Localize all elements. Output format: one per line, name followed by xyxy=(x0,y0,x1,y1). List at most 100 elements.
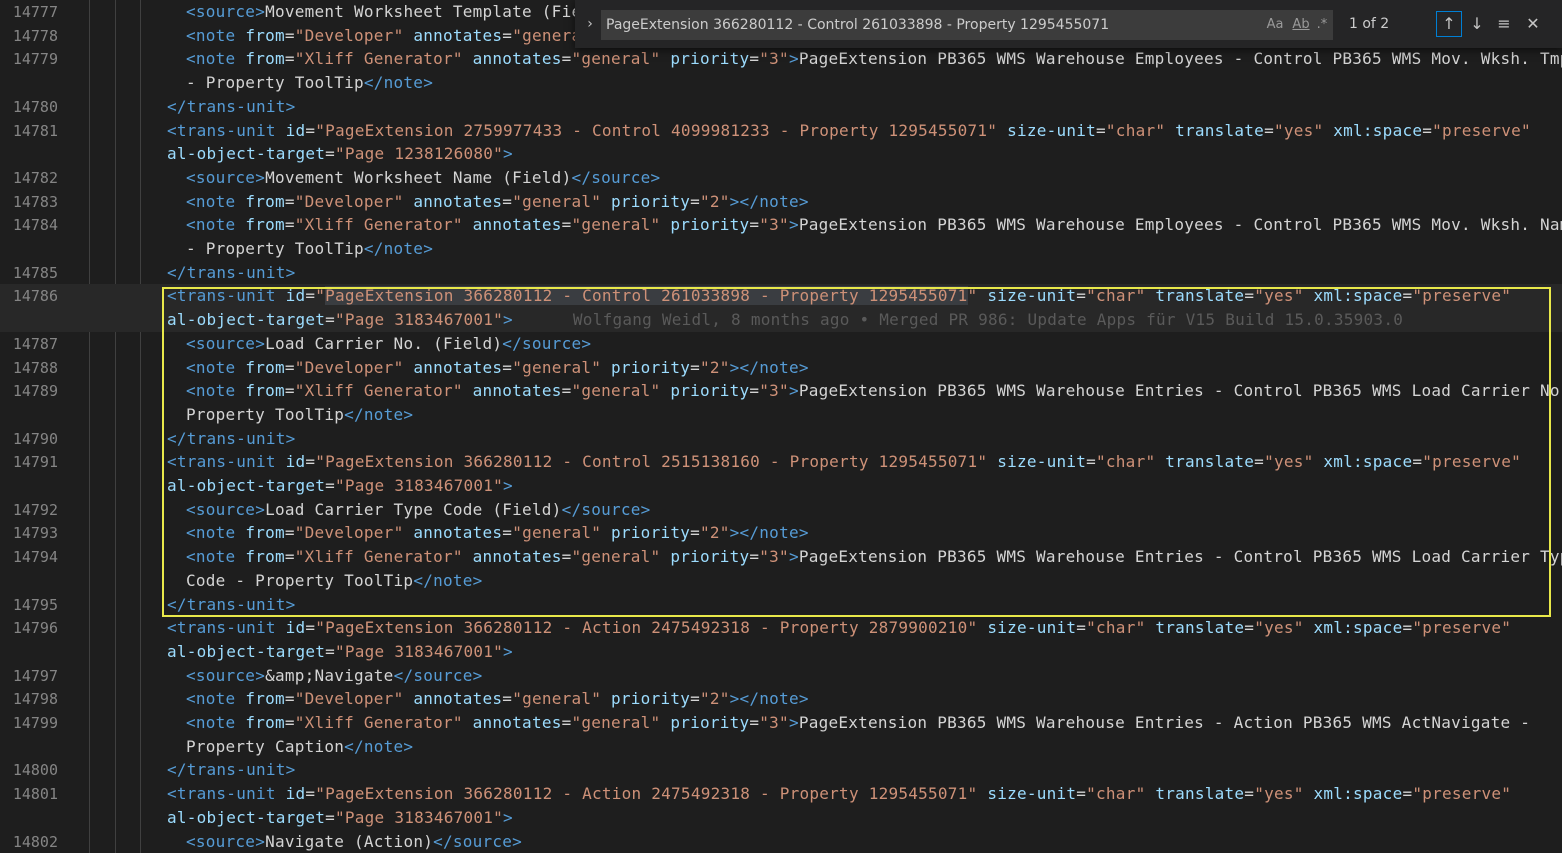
xml-text: &amp;Navigate xyxy=(265,665,394,685)
xml-tag: note xyxy=(759,357,799,377)
code-line[interactable]: 14782 <source>Movement Worksheet Name (Fi… xyxy=(0,166,1562,190)
xml-text xyxy=(977,618,987,637)
code-line[interactable]: 14797 <source>&amp;Navigate</source> xyxy=(0,664,1562,688)
xml-string: "general" xyxy=(512,689,602,709)
xml-tag: < xyxy=(186,333,196,353)
code-text: <source>Movement Worksheet Template (Fie xyxy=(186,0,581,24)
code-line[interactable]: 14792 <source>Load Carrier Type Code (Fie… xyxy=(0,498,1562,522)
code-line[interactable]: 14780 </trans-unit> xyxy=(0,95,1562,119)
code-line[interactable]: 14798 <note from="Developer" annotates="g… xyxy=(0,687,1562,711)
whole-word-toggle[interactable]: Ab xyxy=(1290,15,1312,35)
code-line[interactable]: al-object-target="Page 3183467001"> Wolfg… xyxy=(0,308,1562,333)
code-line[interactable]: 14790 </trans-unit> xyxy=(0,427,1562,451)
xml-tag: > xyxy=(788,49,799,69)
xml-text: - Property ToolTip xyxy=(186,239,364,258)
xml-tag: note xyxy=(433,570,473,590)
xml-tag: < xyxy=(167,120,177,140)
xml-attribute: al-object-target xyxy=(167,476,326,495)
xml-text: PageExtension PB365 WMS Warehouse Employ… xyxy=(798,49,1562,69)
code-line[interactable]: 14789 <note from="Xliff Generator" annota… xyxy=(0,379,1562,403)
xml-text xyxy=(403,523,413,542)
xml-attribute: size-unit xyxy=(997,452,1087,472)
xml-text: = xyxy=(305,618,316,638)
code-line[interactable]: 14787 <source>Load Carrier No. (Field)</s… xyxy=(0,332,1562,356)
xml-text xyxy=(463,381,473,400)
close-find-icon[interactable]: ✕ xyxy=(1521,12,1545,36)
code-line[interactable]: al-object-target="Page 3183467001"> xyxy=(0,474,1562,498)
code-line[interactable]: 14794 <note from="Xliff Generator" annota… xyxy=(0,545,1562,569)
xml-text: = xyxy=(502,357,513,377)
xml-text: = xyxy=(749,547,760,567)
code-line[interactable]: 14786 <trans-unit id="PageExtension 36628… xyxy=(0,284,1562,309)
code-line[interactable]: - Property ToolTip</note> xyxy=(0,71,1562,95)
code-line[interactable]: Property ToolTip</note> xyxy=(0,403,1562,427)
toggle-replace-chevron-icon[interactable]: › xyxy=(581,12,599,36)
next-match-arrow-down-icon[interactable]: ↓ xyxy=(1465,12,1489,36)
xml-attribute: priority xyxy=(611,689,691,709)
xml-tag: > xyxy=(503,641,513,661)
regex-toggle[interactable]: .* xyxy=(1313,15,1331,35)
code-line[interactable]: 14785 </trans-unit> xyxy=(0,261,1562,285)
xml-text xyxy=(463,713,473,732)
code-text: <note from="Xliff Generator" annotates="… xyxy=(186,47,1562,71)
xml-text xyxy=(403,358,413,377)
xml-text xyxy=(977,784,987,803)
code-line[interactable]: 14800 </trans-unit> xyxy=(0,758,1562,782)
xml-text xyxy=(1304,618,1314,637)
xml-tag: > xyxy=(423,73,434,93)
xml-string: "Page 3183467001" xyxy=(335,641,504,661)
xml-text: = xyxy=(325,641,336,661)
code-line[interactable]: al-object-target="Page 1238126080"> xyxy=(0,142,1562,166)
xml-attribute: from xyxy=(245,357,285,377)
xml-tag: </ xyxy=(413,570,434,590)
xml-string: "preserve" xyxy=(1422,452,1522,472)
xml-text: = xyxy=(749,713,760,732)
code-line[interactable]: 14793 <note from="Developer" annotates="g… xyxy=(0,521,1562,545)
xml-string: "Page 1238126080" xyxy=(335,144,504,164)
code-line[interactable]: 14784 <note from="Xliff Generator" annota… xyxy=(0,213,1562,237)
code-line[interactable]: 14802 <source>Navigate (Action)</source> xyxy=(0,830,1562,853)
xml-attribute: priority xyxy=(611,357,691,377)
xml-attribute: priority xyxy=(611,191,691,211)
xml-text: = xyxy=(1076,286,1087,306)
xml-text: = xyxy=(325,807,336,827)
code-line[interactable]: Property Caption</note> xyxy=(0,735,1562,759)
xml-tag: < xyxy=(186,547,196,567)
xml-text: = xyxy=(284,215,295,235)
xml-text: = xyxy=(305,452,316,472)
find-input[interactable] xyxy=(606,11,1246,39)
code-line[interactable]: 14795 </trans-unit> xyxy=(0,593,1562,617)
code-line[interactable]: 14796 <trans-unit id="PageExtension 36628… xyxy=(0,616,1562,640)
xml-string: "char" xyxy=(1086,286,1146,306)
xml-tag: > xyxy=(285,96,296,116)
code-line[interactable]: 14801 <trans-unit id="PageExtension 36628… xyxy=(0,782,1562,806)
code-line[interactable]: al-object-target="Page 3183467001"> xyxy=(0,640,1562,664)
code-line[interactable]: Code - Property ToolTip</note> xyxy=(0,569,1562,593)
xml-tag: note xyxy=(195,215,236,235)
xml-tag: </ xyxy=(167,262,187,282)
code-line[interactable]: 14791 <trans-unit id="PageExtension 36628… xyxy=(0,450,1562,474)
xml-tag: < xyxy=(186,499,196,519)
xml-tag: source xyxy=(195,333,256,353)
code-line[interactable]: al-object-target="Page 3183467001"> xyxy=(0,806,1562,830)
code-line[interactable]: 14799 <note from="Xliff Generator" annota… xyxy=(0,711,1562,735)
code-line[interactable]: 14783 <note from="Developer" annotates="g… xyxy=(0,190,1562,214)
line-number: 14781 xyxy=(12,121,58,140)
find-in-selection-icon[interactable]: ≡ xyxy=(1492,12,1516,36)
code-line[interactable]: 14788 <note from="Developer" annotates="g… xyxy=(0,356,1562,380)
xml-text: = xyxy=(325,310,336,330)
match-case-toggle[interactable]: Aa xyxy=(1264,15,1286,35)
xml-attribute: id xyxy=(285,784,306,804)
code-line[interactable]: 14781 <trans-unit id="PageExtension 27599… xyxy=(0,119,1562,143)
xml-tag: > xyxy=(503,144,513,164)
code-line[interactable]: - Property ToolTip</note> xyxy=(0,237,1562,261)
xml-tag: < xyxy=(186,2,196,21)
code-line[interactable]: 14779 <note from="Xliff Generator" annota… xyxy=(0,47,1562,71)
code-editor[interactable]: 14777 <source>Movement Worksheet Template… xyxy=(0,0,1562,853)
xml-tag: > xyxy=(798,357,809,377)
xml-text: = xyxy=(284,713,295,732)
previous-match-arrow-up-icon[interactable]: ↑ xyxy=(1436,11,1462,37)
xml-text: = xyxy=(1244,784,1255,804)
xml-string: "general" xyxy=(571,215,661,235)
xml-tag: </ xyxy=(571,167,592,187)
